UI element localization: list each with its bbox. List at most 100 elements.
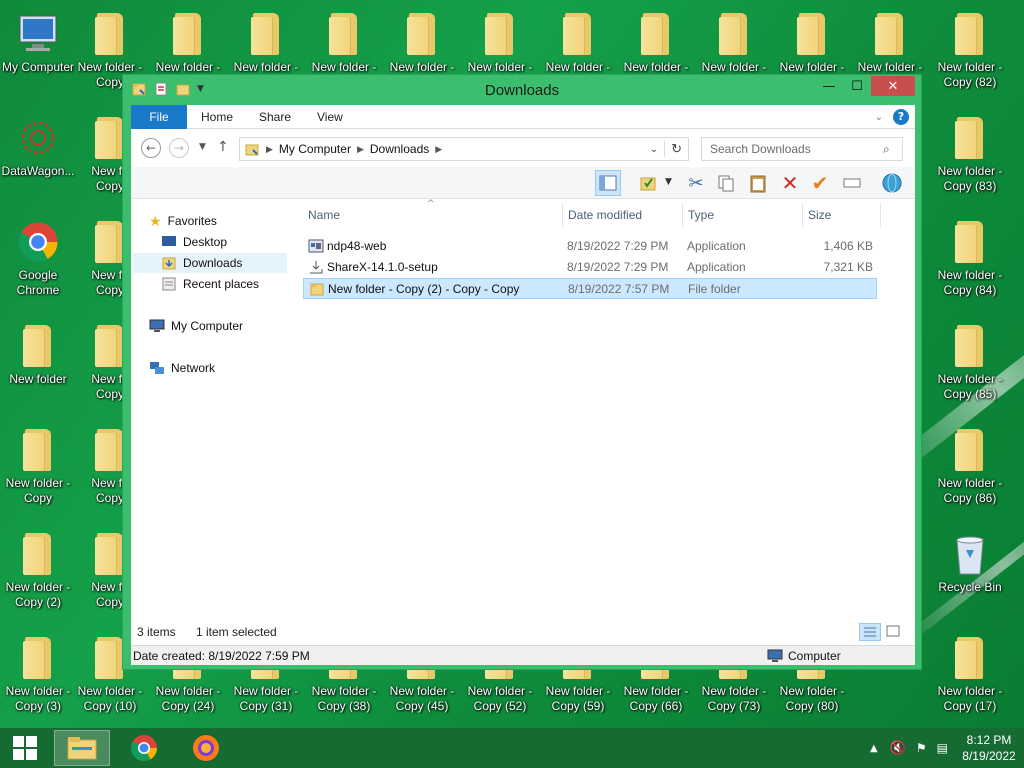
preview-pane-icon xyxy=(599,175,617,191)
large-icons-view-button[interactable] xyxy=(883,623,905,641)
sort-ascending-icon: ^ xyxy=(427,199,435,209)
folder-icon xyxy=(852,8,928,60)
desktop-icon-item[interactable]: New folder - Copy (3) xyxy=(0,632,76,714)
expand-ribbon-icon[interactable]: ⌄ xyxy=(875,112,883,123)
properties-button[interactable] xyxy=(635,170,661,196)
desktop-icon-item[interactable]: New folder - xyxy=(540,8,616,75)
chrome-icon xyxy=(0,216,76,268)
paste-button[interactable] xyxy=(745,170,771,196)
breadcrumb-downloads[interactable]: Downloads xyxy=(370,142,429,156)
desktop-icon-item[interactable]: New folder - xyxy=(150,8,226,75)
refresh-icon[interactable]: ↻ xyxy=(664,141,682,157)
desktop-icon-item[interactable]: New folder - xyxy=(462,8,538,75)
desktop-icon-item[interactable]: New folder - xyxy=(618,8,694,75)
recent-places-icon xyxy=(162,277,176,291)
status-bar: 3 items 1 item selected xyxy=(131,621,915,643)
search-input[interactable]: Search Downloads xyxy=(701,137,903,161)
address-bar[interactable]: ▶ My Computer ▶ Downloads ▶ ⌄ ↻ xyxy=(239,137,689,161)
clock-date: 8/19/2022 xyxy=(962,749,1016,763)
desktop-icon-item[interactable]: My Computer xyxy=(0,8,76,75)
desktop-icon-label: New folder xyxy=(9,372,67,386)
taskbar-chrome[interactable] xyxy=(116,730,172,766)
help-icon[interactable]: ? xyxy=(893,109,909,125)
desktop-icon-item[interactable]: New folder - xyxy=(384,8,460,75)
action-center-icon[interactable]: ⚑ xyxy=(916,741,927,755)
file-row[interactable]: ndp48-web 8/19/2022 7:29 PM Application … xyxy=(303,236,877,257)
back-button[interactable]: ← xyxy=(141,138,161,158)
folder-icon xyxy=(932,216,1008,268)
copy-icon xyxy=(718,175,734,192)
file-row[interactable]: ShareX-14.1.0-setup 8/19/2022 7:29 PM Ap… xyxy=(303,257,877,278)
taskbar-file-explorer[interactable] xyxy=(54,730,110,766)
folder-icon xyxy=(932,632,1008,684)
desktop-icon-item[interactable]: New folder - Copy (86) xyxy=(932,424,1008,506)
desktop-icon-item[interactable]: New folder - xyxy=(306,8,382,75)
title-bar[interactable]: ▼ Downloads — ☐ ✕ xyxy=(123,75,921,105)
desktop-icon-label: New folder - Copy (86) xyxy=(937,476,1003,505)
desktop-icon-item[interactable]: New folder - Copy (2) xyxy=(0,528,76,610)
tab-home[interactable]: Home xyxy=(201,105,233,129)
rename-button[interactable] xyxy=(839,170,865,196)
start-button[interactable] xyxy=(0,730,50,766)
forward-button[interactable]: → xyxy=(169,138,189,158)
folder-check-icon xyxy=(640,177,656,191)
chrome-icon xyxy=(130,735,158,762)
preview-pane-button[interactable] xyxy=(595,170,621,196)
file-type: Application xyxy=(687,239,746,253)
scissors-icon: ✂ xyxy=(688,172,704,194)
network-status-icon[interactable]: ▤ xyxy=(937,741,948,755)
cut-button[interactable]: ✂ xyxy=(683,170,709,196)
maximize-button[interactable]: ☐ xyxy=(843,76,871,96)
address-dropdown-icon[interactable]: ⌄ xyxy=(650,144,658,155)
tab-share[interactable]: Share xyxy=(259,105,291,129)
installer-icon xyxy=(308,239,324,253)
close-button[interactable]: ✕ xyxy=(871,76,915,96)
search-icon[interactable]: ⌕ xyxy=(883,142,890,157)
desktop-icon-label: New folder - Copy (10) xyxy=(77,684,143,713)
minimize-button[interactable]: — xyxy=(815,76,843,96)
column-header-type[interactable]: Type xyxy=(683,203,803,227)
desktop-icon-item[interactable]: Google Chrome xyxy=(0,216,76,298)
desktop-icon-item[interactable]: New folder - xyxy=(696,8,772,75)
desktop-icon-item[interactable]: New folder - xyxy=(228,8,304,75)
desktop-icon-item[interactable]: New folder xyxy=(0,320,76,387)
recent-locations-icon[interactable]: ▼ xyxy=(199,142,206,152)
network-globe-button[interactable] xyxy=(879,170,905,196)
nav-recent-places[interactable]: Recent places xyxy=(161,274,259,294)
desktop-icon-label: New folder - Copy (52) xyxy=(467,684,533,713)
desktop-icon-item[interactable]: New folder - Copy (85) xyxy=(932,320,1008,402)
taskbar-firefox[interactable] xyxy=(178,730,234,766)
volume-muted-icon[interactable]: 🔇 xyxy=(890,741,906,756)
chevron-down-icon[interactable]: ▼ xyxy=(665,177,672,187)
desktop-icon-item[interactable]: New folder - Copy (84) xyxy=(932,216,1008,298)
delete-button[interactable]: ✕ xyxy=(777,170,803,196)
nav-downloads[interactable]: Downloads xyxy=(133,253,287,273)
rename-confirm-button[interactable]: ✔ xyxy=(807,170,833,196)
nav-favorites[interactable]: ★ Favorites xyxy=(149,211,217,231)
column-header-size[interactable]: Size xyxy=(803,203,881,227)
window-client: File Home Share View ⌄ ? ← → ▼ ↑ ▶ My Co… xyxy=(131,105,915,665)
desktop-icon-item[interactable]: New folder - xyxy=(774,8,850,75)
show-hidden-icons[interactable]: ▲ xyxy=(870,743,878,754)
desktop-icon-item[interactable]: New folder - Copy (83) xyxy=(932,112,1008,194)
nav-my-computer[interactable]: My Computer xyxy=(149,316,243,336)
tab-view[interactable]: View xyxy=(317,105,343,129)
breadcrumb-my-computer[interactable]: My Computer xyxy=(279,142,351,156)
desktop-icon-item[interactable]: DataWagon... xyxy=(0,112,76,179)
desktop-icon-item[interactable]: New folder - Copy xyxy=(0,424,76,506)
nav-desktop[interactable]: Desktop xyxy=(161,232,227,252)
details-view-button[interactable] xyxy=(859,623,881,641)
file-row-selected[interactable]: New folder - Copy (2) - Copy - Copy 8/19… xyxy=(303,278,877,299)
column-header-date[interactable]: Date modified xyxy=(563,203,683,227)
details-bar: Date created: 8/19/2022 7:59 PM Computer xyxy=(131,645,915,665)
desktop-icon-label: New folder - xyxy=(701,60,767,74)
up-button[interactable]: ↑ xyxy=(217,139,229,155)
desktop-icon-item[interactable]: New folder - Copy (82) xyxy=(932,8,1008,90)
breadcrumb-separator-icon: ▶ xyxy=(356,143,364,154)
desktop-icon-item[interactable]: Recycle Bin xyxy=(932,528,1008,595)
clock[interactable]: 8:12 PM 8/19/2022 xyxy=(954,732,1024,764)
nav-network[interactable]: Network xyxy=(149,358,215,378)
copy-button[interactable] xyxy=(713,170,739,196)
tab-file[interactable]: File xyxy=(131,105,187,129)
desktop-icon-item[interactable]: New folder - Copy (17) xyxy=(932,632,1008,714)
